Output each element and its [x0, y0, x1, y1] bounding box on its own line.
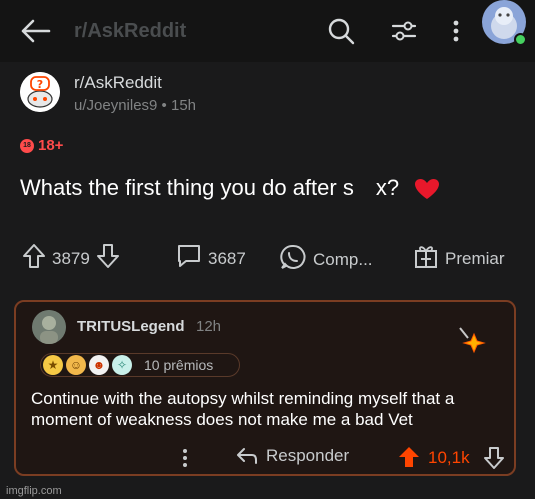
reply-label: Responder [266, 446, 350, 465]
reply-button[interactable]: Responder [236, 446, 349, 466]
online-status-dot [514, 33, 527, 46]
more-vertical-icon[interactable] [446, 16, 466, 46]
wholesome-award-icon: ☻ [89, 355, 109, 375]
upvote-icon[interactable] [22, 243, 46, 274]
angel-award-icon: ✧ [112, 355, 132, 375]
gift-icon [413, 243, 439, 274]
award-label: Premiar [445, 248, 505, 268]
post-title[interactable]: Whats the first thing you do after s x? [20, 175, 399, 201]
helpful-award-icon: ☺ [66, 355, 86, 375]
comment-author[interactable]: TRITUSLegend [77, 318, 185, 335]
gold-award-icon: ★ [43, 355, 63, 375]
comment-actions: Responder 10,1k [0, 446, 535, 470]
comment-upvote-icon[interactable] [398, 446, 420, 473]
comment-time: 12h [196, 318, 222, 335]
reply-arrow-icon [237, 448, 257, 464]
search-icon[interactable] [326, 16, 356, 46]
nsfw-label: 18+ [38, 137, 64, 154]
post-title-end: x? [375, 175, 400, 200]
share-label: Comp... [313, 249, 373, 269]
comment-body: Continue with the autopsy whilst remindi… [31, 389, 455, 429]
award-button[interactable]: Premiar [413, 243, 505, 274]
comment-downvote-icon[interactable] [484, 447, 504, 474]
comment-bubble-icon [176, 243, 202, 274]
awards-count: 10 prêmios [144, 357, 214, 373]
subreddit-name[interactable]: r/AskReddit [74, 73, 162, 93]
svg-text:?: ? [37, 78, 43, 91]
comments-count: 3687 [208, 248, 246, 268]
filter-icon[interactable] [389, 16, 419, 46]
vote-group: 3879 [22, 243, 120, 274]
comment-author-avatar[interactable] [32, 310, 66, 344]
nsfw-18-icon: 18 [20, 138, 34, 153]
nsfw-badge: 18 18+ [20, 137, 63, 154]
share-button[interactable]: Comp... [279, 243, 373, 276]
upvote-count: 3879 [52, 248, 90, 268]
downvote-icon[interactable] [96, 243, 120, 274]
comment-awards[interactable]: ★ ☺ ☻ ✧ 10 prêmios [40, 353, 240, 377]
post-title-start: Whats the first thing you do after s [20, 175, 354, 200]
back-arrow-icon[interactable] [20, 17, 52, 45]
heart-sticker-icon [414, 178, 440, 200]
subreddit-avatar[interactable]: ? [20, 72, 60, 112]
comments-button[interactable]: 3687 [176, 243, 246, 274]
comment-score: 10,1k [428, 448, 470, 467]
sparkle-award-icon [456, 326, 486, 356]
top-bar: r/AskReddit [0, 0, 535, 62]
watermark: imgflip.com [6, 485, 62, 497]
post-author-meta[interactable]: u/Joeyniles9 • 15h [74, 97, 196, 114]
comment-more-icon[interactable] [181, 448, 189, 473]
page-title: r/AskReddit [74, 20, 187, 42]
whatsapp-icon [279, 243, 307, 276]
